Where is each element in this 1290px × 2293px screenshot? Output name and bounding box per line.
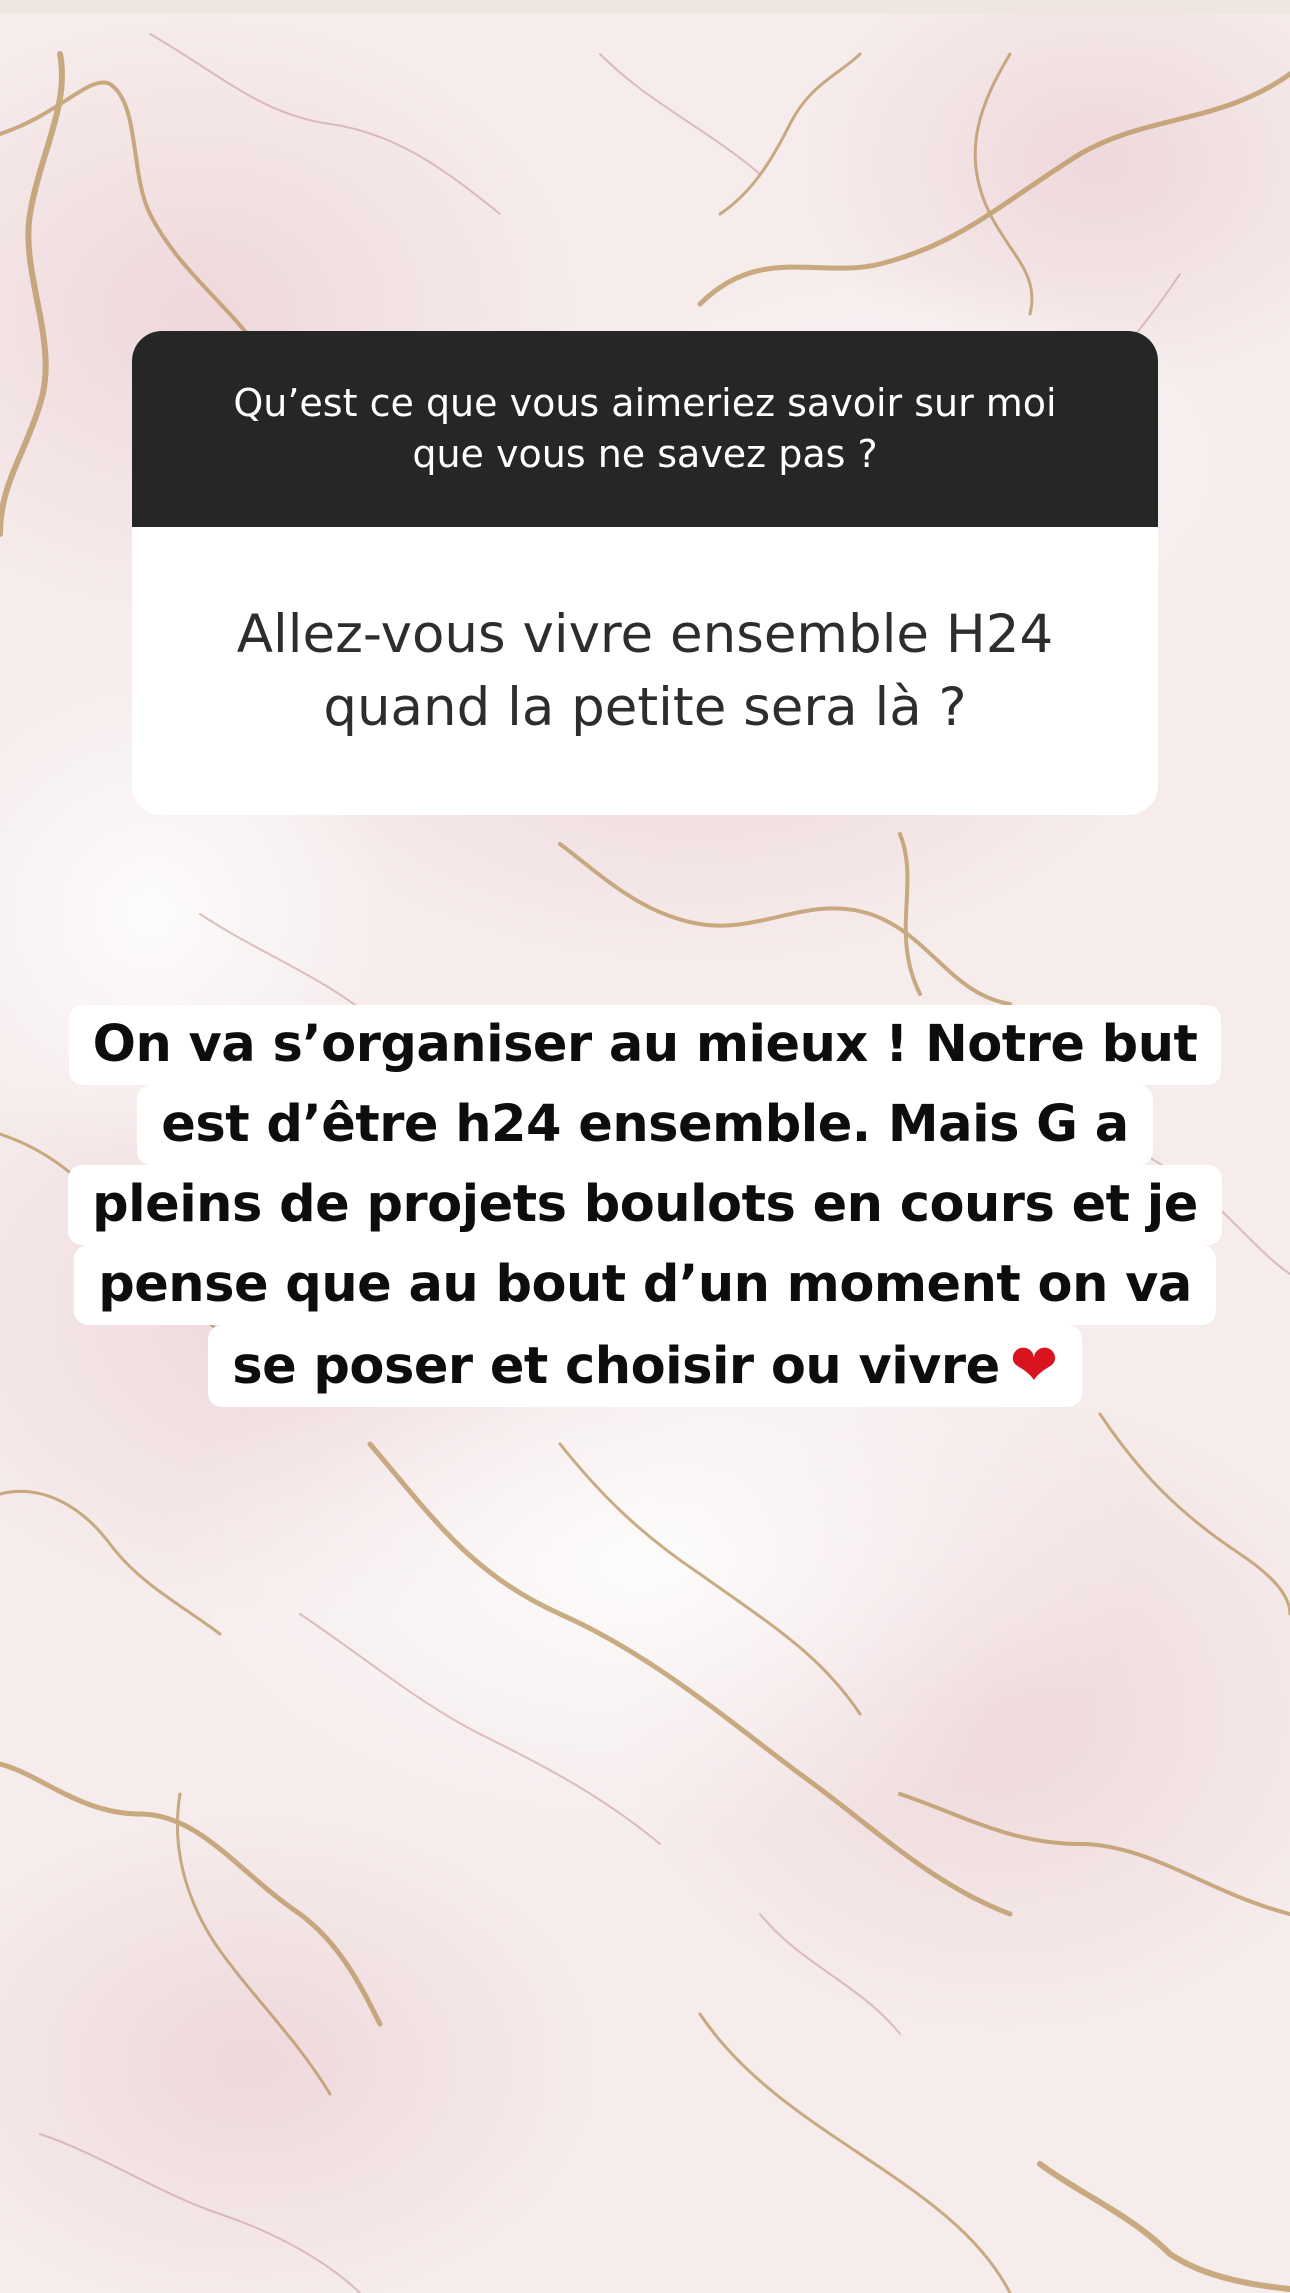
question-prompt: Qu’est ce que vous aimeriez savoir sur m… <box>132 331 1158 527</box>
reply-line-last: se poser et choisir ou vivre ❤ <box>208 1325 1082 1407</box>
reply-line: On va s’organiser au mieux ! Notre but <box>68 1005 1222 1085</box>
question-sticker: Qu’est ce que vous aimeriez savoir sur m… <box>132 331 1158 815</box>
reply-text-block: On va s’organiser au mieux ! Notre but e… <box>0 1005 1290 1407</box>
question-answer-text: Allez-vous vivre ensemble H24 quand la p… <box>236 604 1054 738</box>
reply-line: pleins de projets boulots en cours et je <box>68 1165 1222 1245</box>
story-canvas: Qu’est ce que vous aimeriez savoir sur m… <box>0 0 1290 2293</box>
reply-line-text: se poser et choisir ou vivre <box>232 1337 1000 1396</box>
red-heart-icon: ❤ <box>1009 1331 1059 1399</box>
reply-line: pense que au bout d’un moment on va <box>74 1245 1216 1325</box>
reply-line: est d’être h24 ensemble. Mais G a <box>137 1085 1153 1165</box>
top-edge-strip <box>0 0 1290 14</box>
